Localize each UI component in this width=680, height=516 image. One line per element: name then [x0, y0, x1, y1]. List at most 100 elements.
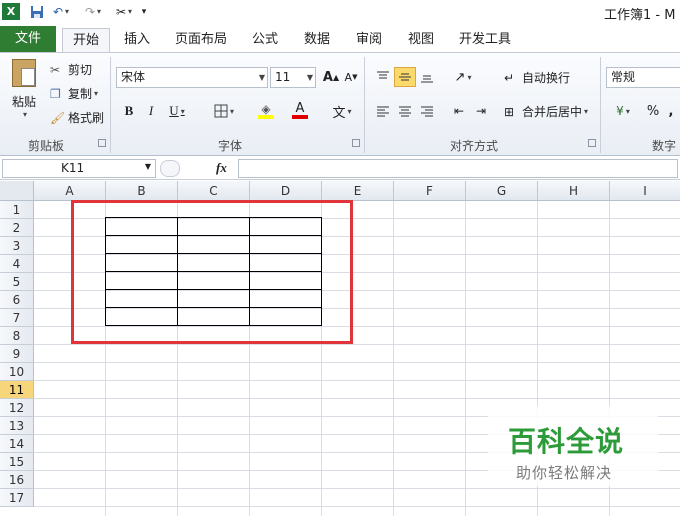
- formula-bar-resize-handle[interactable]: [160, 160, 180, 177]
- fill-color-button[interactable]: ◈: [250, 101, 282, 121]
- tab-formulas[interactable]: 公式: [244, 28, 286, 52]
- window-title: 工作簿1 - M: [604, 8, 676, 23]
- shrink-font-icon: A: [344, 70, 353, 84]
- borders-button[interactable]: ▾: [208, 101, 240, 121]
- row-header-6[interactable]: 6: [0, 291, 34, 309]
- italic-button[interactable]: I: [140, 101, 162, 121]
- font-color-button[interactable]: A: [284, 101, 316, 121]
- paste-button[interactable]: 粘贴 ▾: [6, 57, 42, 125]
- merge-dropdown-icon: ▾: [584, 107, 589, 116]
- copy-button[interactable]: ❐ 复制 ▾: [50, 85, 98, 102]
- chevron-down-icon[interactable]: ▼: [145, 162, 151, 171]
- cut-button[interactable]: ✂ 剪切: [50, 61, 92, 78]
- row-header-1[interactable]: 1: [0, 201, 34, 219]
- comma-button[interactable]: ,: [664, 101, 678, 121]
- decrease-indent-button[interactable]: ⇤: [448, 101, 470, 121]
- column-header-e[interactable]: E: [322, 181, 394, 201]
- comma-icon: ,: [668, 103, 674, 119]
- row-header-3[interactable]: 3: [0, 237, 34, 255]
- tab-review[interactable]: 审阅: [348, 28, 390, 52]
- watermark: 百科全说 助你轻松解决: [488, 406, 658, 486]
- format-painter-button[interactable]: 🖌 格式刷: [50, 109, 104, 126]
- name-box[interactable]: K11 ▼: [2, 159, 156, 178]
- increase-indent-button[interactable]: ⇥: [470, 101, 492, 121]
- tab-view[interactable]: 视图: [400, 28, 442, 52]
- underline-button[interactable]: U ▾: [162, 101, 192, 121]
- row-header-10[interactable]: 10: [0, 363, 34, 381]
- align-top-button[interactable]: [372, 67, 394, 87]
- watermark-subtitle: 助你轻松解决: [516, 464, 613, 482]
- align-left-button[interactable]: [372, 101, 394, 121]
- accounting-format-button[interactable]: ¥ ▾: [608, 101, 638, 121]
- row-header-14[interactable]: 14: [0, 435, 34, 453]
- number-group-label: 数字: [652, 139, 677, 153]
- scissors-icon: ✂: [50, 62, 61, 77]
- phonetic-button[interactable]: 文 ▾: [326, 101, 358, 121]
- row-header-4[interactable]: 4: [0, 255, 34, 273]
- gridline: [465, 201, 466, 516]
- tools-icon[interactable]: ✂ ▾: [112, 3, 136, 20]
- column-header-g[interactable]: G: [466, 181, 538, 201]
- align-center-button[interactable]: [394, 101, 416, 121]
- tab-file[interactable]: 文件: [0, 26, 56, 52]
- row-header-17[interactable]: 17: [0, 489, 34, 507]
- save-icon[interactable]: [28, 3, 46, 20]
- formula-input[interactable]: [238, 159, 678, 178]
- tab-page-layout[interactable]: 页面布局: [170, 28, 232, 52]
- grow-font-button[interactable]: A ▲: [320, 67, 342, 87]
- copy-dropdown-icon: ▾: [94, 89, 99, 98]
- align-bottom-button[interactable]: [416, 67, 438, 87]
- row-header-2[interactable]: 2: [0, 219, 34, 237]
- align-bottom-icon: [421, 75, 433, 83]
- row-header-9[interactable]: 9: [0, 345, 34, 363]
- tab-home[interactable]: 开始: [62, 28, 110, 53]
- column-header-d[interactable]: D: [250, 181, 322, 201]
- column-header-f[interactable]: F: [394, 181, 466, 201]
- font-size-value: 11: [275, 70, 291, 84]
- decrease-indent-icon: ⇤: [453, 104, 465, 118]
- select-all-corner[interactable]: [0, 181, 34, 201]
- row-header-5[interactable]: 5: [0, 273, 34, 291]
- row-header-13[interactable]: 13: [0, 417, 34, 435]
- wrap-text-label: 自动换行: [522, 71, 571, 85]
- number-format-select[interactable]: 常规: [606, 67, 680, 88]
- clipboard-launcher-icon[interactable]: [98, 139, 106, 147]
- align-middle-button[interactable]: [394, 67, 416, 87]
- shrink-font-button[interactable]: A ▼: [340, 67, 362, 87]
- row-header-16[interactable]: 16: [0, 471, 34, 489]
- row-header-12[interactable]: 12: [0, 399, 34, 417]
- tab-data[interactable]: 数据: [296, 28, 338, 52]
- fx-label: fx: [216, 160, 227, 175]
- column-header-a[interactable]: A: [34, 181, 106, 201]
- undo-icon[interactable]: ↶ ▾: [50, 3, 72, 20]
- bold-button[interactable]: B: [118, 101, 140, 121]
- align-right-button[interactable]: [416, 101, 438, 121]
- redo-icon[interactable]: ↷ ▾: [82, 3, 104, 20]
- orientation-button[interactable]: ↗ ▾: [448, 67, 478, 87]
- fill-bucket-icon: ◈: [261, 102, 271, 116]
- ribbon-home: 粘贴 ▾ ✂ 剪切 ❐ 复制 ▾ 🖌 格式刷 剪贴板 宋体 ▼ 11 ▼ A▲: [0, 52, 680, 156]
- row-header-8[interactable]: 8: [0, 327, 34, 345]
- group-divider: [110, 57, 111, 153]
- column-header-b[interactable]: B: [106, 181, 178, 201]
- increase-indent-icon: ⇥: [475, 104, 487, 118]
- alignment-launcher-icon[interactable]: [588, 139, 596, 147]
- row-header-7[interactable]: 7: [0, 309, 34, 327]
- number-format-value: 常规: [611, 70, 636, 84]
- bold-icon: B: [124, 103, 134, 118]
- percent-button[interactable]: %: [642, 101, 664, 121]
- tab-developer[interactable]: 开发工具: [452, 28, 518, 52]
- row-header-15[interactable]: 15: [0, 453, 34, 471]
- fx-icon[interactable]: fx: [216, 160, 227, 176]
- wrap-text-button[interactable]: ↵ 自动换行: [504, 69, 570, 86]
- tab-insert[interactable]: 插入: [116, 28, 158, 52]
- row-header-11[interactable]: 11: [0, 381, 34, 399]
- font-size-select[interactable]: 11 ▼: [270, 67, 316, 88]
- merge-center-button[interactable]: ⊞ 合并后居中 ▾: [504, 103, 588, 120]
- column-header-i[interactable]: I: [610, 181, 680, 201]
- column-header-c[interactable]: C: [178, 181, 250, 201]
- font-name-select[interactable]: 宋体 ▼: [116, 67, 268, 88]
- customize-toolbar-icon[interactable]: ▾: [138, 3, 150, 20]
- column-header-h[interactable]: H: [538, 181, 610, 201]
- font-launcher-icon[interactable]: [352, 139, 360, 147]
